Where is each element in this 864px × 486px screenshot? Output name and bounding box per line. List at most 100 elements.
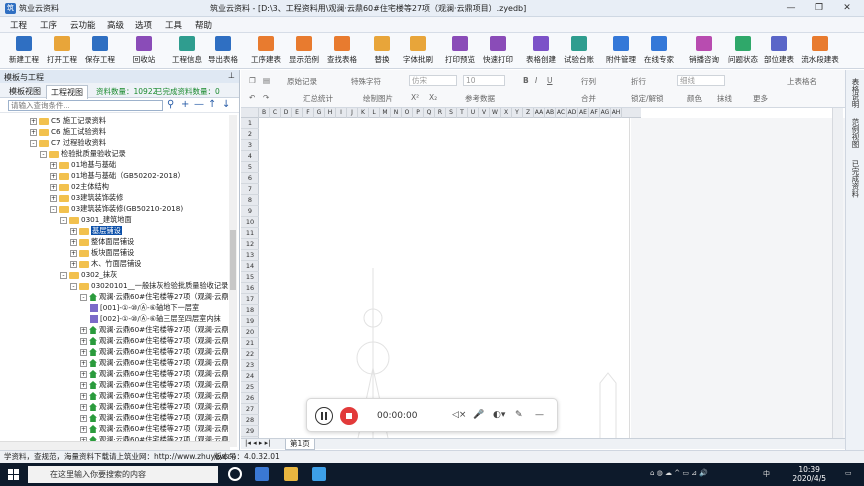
tab-table-description[interactable]: 表格说明 bbox=[850, 78, 861, 108]
row-header-cell[interactable]: 7 bbox=[241, 184, 259, 195]
row-header-cell[interactable]: 17 bbox=[241, 294, 259, 305]
tree-node[interactable]: + 观澜·云鼎60#住宅楼等27项（观澜·云鼎6 bbox=[80, 357, 230, 368]
row-header-cell[interactable]: 23 bbox=[241, 360, 259, 371]
toolbar-button-12[interactable]: 快速打印 bbox=[476, 36, 520, 68]
sheet-nav-icons[interactable]: |◂ ◂ ▸ ▸| bbox=[245, 439, 270, 447]
taskbar-search[interactable]: 在这里输入你要搜索的内容 bbox=[28, 466, 218, 483]
toolbar-button-2[interactable]: 保存工程 bbox=[78, 36, 122, 68]
row-header-cell[interactable]: 21 bbox=[241, 338, 259, 349]
expand-toggle-icon[interactable]: - bbox=[70, 282, 77, 290]
pause-button[interactable] bbox=[315, 407, 333, 425]
tree-node[interactable]: + 观澜·云鼎60#住宅楼等27项（观澜·云鼎6 bbox=[80, 379, 230, 390]
row-header-cell[interactable]: 4 bbox=[241, 151, 259, 162]
tree-node[interactable]: +01地基与基础（GB50202-2018） bbox=[50, 170, 185, 181]
column-header-cell[interactable]: H bbox=[325, 108, 336, 118]
tree-node[interactable]: - 检验批质量验收记录 bbox=[40, 148, 126, 159]
tree-node[interactable]: + C5 施工记录资料 bbox=[30, 115, 106, 126]
move-down-icon[interactable]: ↓ bbox=[222, 99, 230, 110]
ime-indicator[interactable]: 中 bbox=[763, 469, 770, 479]
erase-line-button[interactable]: 抹线 bbox=[717, 93, 732, 104]
tree-hscrollbar[interactable] bbox=[0, 441, 230, 450]
expand-toggle-icon[interactable]: + bbox=[80, 370, 87, 378]
expand-toggle-icon[interactable]: + bbox=[80, 381, 87, 389]
move-up-icon[interactable]: ↑ bbox=[208, 99, 216, 110]
column-header-cell[interactable]: S bbox=[446, 108, 457, 118]
tree-node[interactable]: [002]-①-⑩/Ⓐ-⑥轴三层至四层室内抹 bbox=[90, 313, 221, 324]
sheet-page[interactable] bbox=[260, 118, 630, 438]
tree-node[interactable]: - 0301_建筑地面 bbox=[60, 214, 132, 225]
app-taskbar-icon[interactable] bbox=[312, 467, 326, 481]
mic-icon[interactable]: 🎤 bbox=[473, 410, 484, 420]
tree-node[interactable]: + 观澜·云鼎60#住宅楼等27项（观澜·云鼎6 bbox=[80, 412, 230, 423]
collapse-icon[interactable]: — bbox=[535, 410, 544, 420]
expand-toggle-icon[interactable]: + bbox=[30, 117, 37, 125]
expand-toggle-icon[interactable]: + bbox=[80, 414, 87, 422]
tree-node[interactable]: +03建筑装饰装修 bbox=[50, 192, 123, 203]
expand-toggle-icon[interactable]: - bbox=[50, 205, 57, 213]
tree-node[interactable]: +02主体结构 bbox=[50, 181, 109, 192]
expand-toggle-icon[interactable]: + bbox=[80, 403, 87, 411]
tree-node[interactable]: + 观澜·云鼎60#住宅楼等27项（观澜·云鼎6 bbox=[80, 346, 230, 357]
expand-toggle-icon[interactable]: + bbox=[80, 326, 87, 334]
tab-example-view[interactable]: 范例视图 bbox=[850, 118, 861, 148]
bold-button[interactable]: B bbox=[523, 76, 529, 85]
column-header-cell[interactable]: D bbox=[281, 108, 292, 118]
column-header-cell[interactable]: B bbox=[259, 108, 270, 118]
expand-toggle-icon[interactable]: + bbox=[50, 161, 57, 169]
column-header-cell[interactable]: L bbox=[369, 108, 380, 118]
column-header-cell[interactable]: Y bbox=[512, 108, 523, 118]
copy-icon[interactable]: ❐ bbox=[249, 76, 256, 85]
menu-advanced[interactable]: 高级 bbox=[107, 19, 124, 31]
column-header-cell[interactable]: W bbox=[490, 108, 501, 118]
summary-button[interactable]: 汇总统计 bbox=[303, 93, 333, 104]
tab-template-view[interactable]: 模板视图 bbox=[5, 85, 45, 98]
draw-image-button[interactable]: 绘制图片 bbox=[363, 93, 393, 104]
notification-icon[interactable]: ▭ bbox=[845, 469, 852, 477]
column-header-cell[interactable]: X bbox=[501, 108, 512, 118]
undo-icon[interactable]: ↶ bbox=[249, 93, 255, 102]
toolbar-button-20[interactable]: 流水段建表 bbox=[798, 36, 842, 68]
toolbar-button-16[interactable]: 在线专家 bbox=[637, 36, 681, 68]
expand-toggle-icon[interactable]: - bbox=[60, 216, 67, 224]
expand-toggle-icon[interactable]: + bbox=[70, 260, 77, 268]
corner-cell[interactable] bbox=[241, 108, 259, 118]
minimize-button[interactable]: — bbox=[780, 1, 802, 15]
row-header-cell[interactable]: 10 bbox=[241, 217, 259, 228]
column-header-cell[interactable]: AC bbox=[556, 108, 567, 118]
column-header-cell[interactable]: M bbox=[380, 108, 391, 118]
column-header-cell[interactable]: E bbox=[292, 108, 303, 118]
column-header-cell[interactable]: T bbox=[457, 108, 468, 118]
row-header-cell[interactable]: 1 bbox=[241, 118, 259, 129]
tree-node[interactable]: - C7 过程验收资料 bbox=[30, 137, 106, 148]
column-header-cell[interactable]: Q bbox=[424, 108, 435, 118]
expand-toggle-icon[interactable]: + bbox=[30, 128, 37, 136]
column-header-cell[interactable]: AH bbox=[611, 108, 622, 118]
column-header-cell[interactable]: AF bbox=[589, 108, 600, 118]
column-header-cell[interactable]: P bbox=[413, 108, 424, 118]
tree-scrollbar[interactable] bbox=[229, 115, 237, 447]
sheet-tab-page1[interactable]: 第1页 bbox=[285, 439, 315, 450]
column-header-cell[interactable]: AG bbox=[600, 108, 611, 118]
menu-options[interactable]: 选项 bbox=[135, 19, 152, 31]
tree-node[interactable]: + 观澜·云鼎60#住宅楼等27项（观澜·云鼎6 bbox=[80, 423, 230, 434]
merge-button[interactable]: 合并 bbox=[581, 93, 596, 104]
row-header-cell[interactable]: 12 bbox=[241, 239, 259, 250]
tree-node[interactable]: - 03建筑装饰装修(GB50210-2018) bbox=[50, 203, 183, 214]
column-header-cell[interactable]: R bbox=[435, 108, 446, 118]
row-header-cell[interactable]: 18 bbox=[241, 305, 259, 316]
column-header-cell[interactable]: V bbox=[479, 108, 490, 118]
row-header-cell[interactable]: 6 bbox=[241, 173, 259, 184]
font-select[interactable]: 仿宋 bbox=[409, 75, 457, 86]
tree-node[interactable]: +01地基与基础 bbox=[50, 159, 116, 170]
tree-node[interactable]: + 观澜·云鼎60#住宅楼等27项（观澜·云鼎6 bbox=[80, 335, 230, 346]
remove-icon[interactable]: — bbox=[194, 99, 204, 110]
expand-toggle-icon[interactable]: - bbox=[40, 150, 47, 158]
menu-help[interactable]: 帮助 bbox=[195, 19, 212, 31]
expand-toggle-icon[interactable]: - bbox=[30, 139, 37, 147]
tree-node[interactable]: - 观澜·云鼎60#住宅楼等27项（观澜·云鼎6 bbox=[80, 291, 230, 302]
toolbar-button-5[interactable]: 导出表格 bbox=[201, 36, 245, 68]
expand-toggle-icon[interactable]: + bbox=[80, 392, 87, 400]
menu-process[interactable]: 工序 bbox=[40, 19, 57, 31]
column-header-cell[interactable]: Z bbox=[523, 108, 534, 118]
expand-toggle-icon[interactable]: + bbox=[80, 348, 87, 356]
